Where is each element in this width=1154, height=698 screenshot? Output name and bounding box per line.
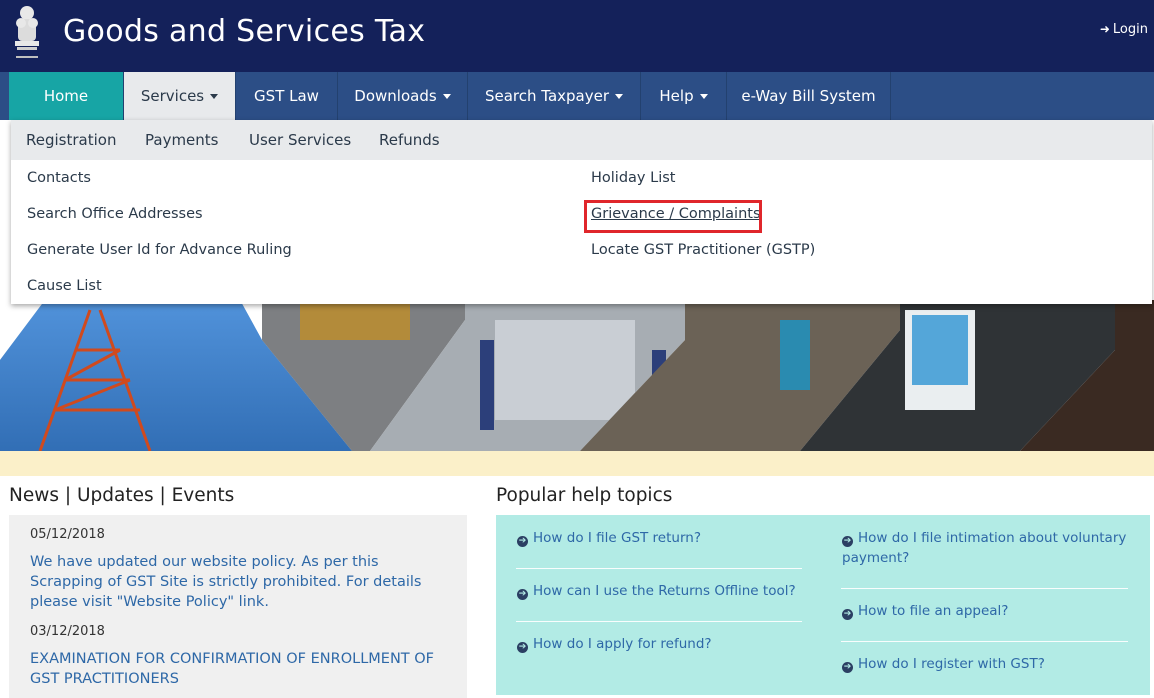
- help-topic-link[interactable]: ➔ How do I apply for refund?: [517, 634, 712, 654]
- help-topic-label: How do I apply for refund?: [533, 636, 712, 652]
- news-item-link[interactable]: EXAMINATION FOR CONFIRMATION OF ENROLLME…: [30, 649, 450, 689]
- services-dropdown: Registration Payments User Services Refu…: [11, 120, 1152, 304]
- login-link[interactable]: ➜ Login: [1100, 22, 1148, 37]
- services-subtabs: Registration Payments User Services Refu…: [11, 120, 1152, 160]
- nav-downloads[interactable]: Downloads: [338, 72, 468, 120]
- subtab-refunds[interactable]: Refunds: [379, 120, 440, 160]
- help-topic-label: How can I use the Returns Offline tool?: [533, 583, 796, 599]
- login-icon: ➜: [1099, 22, 1110, 36]
- hero-banner: [0, 300, 1154, 451]
- chevron-down-icon: [442, 94, 451, 99]
- main-nav: Home Services GST Law Downloads Search T…: [0, 72, 1154, 120]
- chevron-down-icon: [210, 94, 219, 99]
- news-date: 03/12/2018: [30, 624, 105, 639]
- nav-home[interactable]: Home: [9, 72, 124, 120]
- site-header: Goods and Services Tax ➜ Login: [0, 0, 1154, 72]
- help-topic-link[interactable]: ➔ How do I file intimation about voluntar…: [842, 528, 1132, 568]
- help-topic-link[interactable]: ➔ How do I register with GST?: [842, 654, 1045, 674]
- help-topic-label: How do I file GST return?: [533, 530, 701, 546]
- link-contacts[interactable]: Contacts: [27, 170, 91, 186]
- help-topic-label: How to file an appeal?: [858, 603, 1009, 619]
- nav-services-label: Services: [140, 87, 205, 105]
- nav-help-label: Help: [659, 87, 694, 105]
- arrow-circle-right-icon: ➔: [517, 642, 528, 653]
- help-topics-panel: ➔ How do I file GST return? ➔ How can I us…: [496, 515, 1150, 695]
- nav-eway-bill-label: e-Way Bill System: [741, 87, 876, 105]
- arrow-circle-right-icon: ➔: [517, 589, 528, 600]
- nav-gst-law-label: GST Law: [254, 87, 319, 105]
- divider: [516, 621, 802, 622]
- help-topic-link[interactable]: ➔ How do I file GST return?: [517, 528, 701, 548]
- nav-help[interactable]: Help: [641, 72, 727, 120]
- help-section-title: Popular help topics: [496, 485, 673, 506]
- news-date: 05/12/2018: [30, 527, 105, 542]
- arrow-circle-right-icon: ➔: [517, 536, 528, 547]
- nav-search-taxpayer-label: Search Taxpayer: [484, 87, 610, 105]
- arrow-circle-right-icon: ➔: [842, 609, 853, 620]
- nav-eway-bill[interactable]: e-Way Bill System: [727, 72, 891, 120]
- news-item-link[interactable]: We have updated our website policy. As p…: [30, 552, 450, 612]
- link-search-office-addresses[interactable]: Search Office Addresses: [27, 206, 203, 222]
- link-locate-gst-practitioner[interactable]: Locate GST Practitioner (GSTP): [591, 242, 815, 258]
- nav-search-taxpayer[interactable]: Search Taxpayer: [468, 72, 641, 120]
- help-topic-link[interactable]: ➔ How can I use the Returns Offline tool?: [517, 581, 796, 601]
- highlight-box: [584, 200, 762, 233]
- link-cause-list[interactable]: Cause List: [27, 278, 102, 294]
- site-title: Goods and Services Tax: [63, 14, 426, 49]
- subtab-registration[interactable]: Registration: [26, 120, 116, 160]
- divider: [841, 641, 1128, 642]
- divider: [516, 568, 802, 569]
- national-emblem-logo: [15, 6, 39, 58]
- chevron-down-icon: [699, 94, 708, 99]
- help-topic-link[interactable]: ➔ How to file an appeal?: [842, 601, 1008, 621]
- nav-home-label: Home: [43, 87, 89, 105]
- nav-services[interactable]: Services: [124, 72, 236, 120]
- link-holiday-list[interactable]: Holiday List: [591, 170, 675, 186]
- banner-strip: [0, 451, 1154, 476]
- news-panel: 05/12/2018 We have updated our website p…: [9, 515, 467, 698]
- arrow-circle-right-icon: ➔: [842, 662, 853, 673]
- arrow-circle-right-icon: ➔: [842, 536, 853, 547]
- chevron-down-icon: [615, 94, 624, 99]
- nav-gst-law[interactable]: GST Law: [236, 72, 338, 120]
- banner-collage-image: [0, 300, 1154, 451]
- subtab-user-services[interactable]: User Services: [249, 120, 351, 160]
- nav-downloads-label: Downloads: [354, 87, 437, 105]
- news-section-title: News | Updates | Events: [9, 485, 235, 506]
- divider: [841, 588, 1128, 589]
- help-topic-label: How do I register with GST?: [858, 656, 1045, 672]
- login-label: Login: [1112, 22, 1148, 37]
- subtab-payments[interactable]: Payments: [145, 120, 218, 160]
- link-generate-user-id[interactable]: Generate User Id for Advance Ruling: [27, 242, 292, 258]
- help-topic-label: How do I file intimation about voluntary…: [842, 530, 1127, 566]
